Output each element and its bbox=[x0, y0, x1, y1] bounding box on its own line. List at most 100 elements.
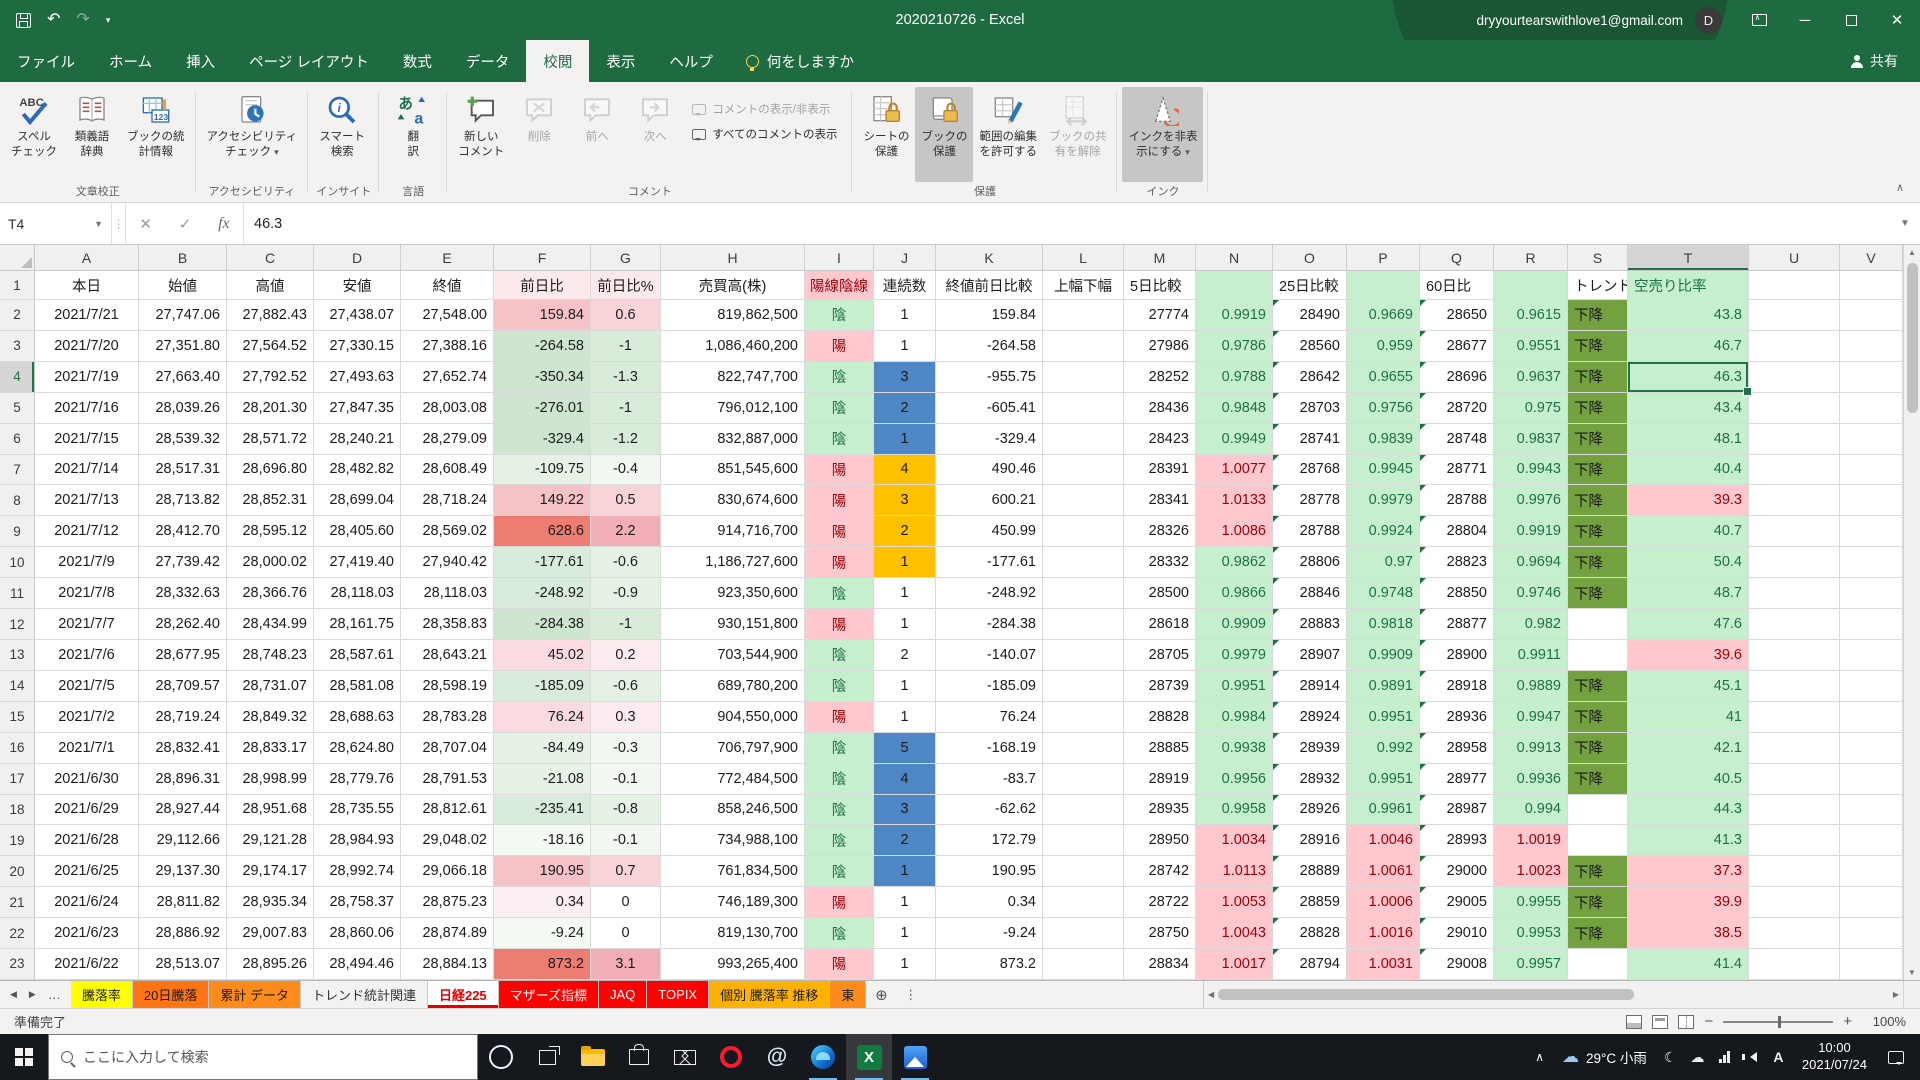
row-header-19[interactable]: 19 bbox=[0, 825, 35, 856]
ime-indicator[interactable]: A bbox=[1765, 1049, 1792, 1065]
cell-Q14[interactable]: 28918 bbox=[1420, 671, 1494, 702]
cell-E16[interactable]: 28,707.04 bbox=[401, 733, 494, 764]
row-header-3[interactable]: 3 bbox=[0, 331, 35, 362]
cell-N10[interactable]: 0.9862 bbox=[1196, 547, 1273, 578]
cell-H12[interactable]: 930,151,800 bbox=[661, 609, 805, 640]
cell-G12[interactable]: -1 bbox=[591, 609, 661, 640]
cell-F7[interactable]: -109.75 bbox=[494, 455, 591, 486]
page-break-view-icon[interactable] bbox=[1678, 1015, 1694, 1029]
cell-U11[interactable] bbox=[1749, 578, 1840, 609]
cell-T1[interactable]: 空売り比率 bbox=[1628, 271, 1749, 300]
cell-P16[interactable]: 0.992 bbox=[1347, 733, 1420, 764]
cell-I10[interactable]: 陽 bbox=[805, 547, 874, 578]
cell-S16[interactable]: 下降 bbox=[1568, 733, 1628, 764]
cell-N12[interactable]: 0.9909 bbox=[1196, 609, 1273, 640]
sheet-tab-東[interactable]: 東 bbox=[830, 981, 866, 1008]
cell-S20[interactable]: 下降 bbox=[1568, 856, 1628, 887]
onedrive-cloud-icon[interactable]: ☁ bbox=[1684, 1049, 1711, 1066]
cell-A8[interactable]: 2021/7/13 bbox=[35, 485, 139, 516]
cell-U20[interactable] bbox=[1749, 856, 1840, 887]
cell-Q7[interactable]: 28771 bbox=[1420, 455, 1494, 486]
row-header-7[interactable]: 7 bbox=[0, 455, 35, 486]
cell-F23[interactable]: 873.2 bbox=[494, 949, 591, 980]
cell-B15[interactable]: 28,719.24 bbox=[139, 702, 227, 733]
row-header-10[interactable]: 10 bbox=[0, 547, 35, 578]
cell-Q16[interactable]: 28958 bbox=[1420, 733, 1494, 764]
cell-M11[interactable]: 28500 bbox=[1124, 578, 1196, 609]
cell-H18[interactable]: 858,246,500 bbox=[661, 795, 805, 826]
row-header-15[interactable]: 15 bbox=[0, 702, 35, 733]
cell-C3[interactable]: 27,564.52 bbox=[227, 331, 314, 362]
cell-H17[interactable]: 772,484,500 bbox=[661, 764, 805, 795]
cell-F6[interactable]: -329.4 bbox=[494, 424, 591, 455]
cell-J19[interactable]: 2 bbox=[874, 825, 936, 856]
cell-V11[interactable] bbox=[1840, 578, 1903, 609]
enter-formula-icon[interactable]: ✓ bbox=[179, 215, 192, 233]
cell-U17[interactable] bbox=[1749, 764, 1840, 795]
cell-A2[interactable]: 2021/7/21 bbox=[35, 300, 139, 331]
cell-L12[interactable] bbox=[1043, 609, 1124, 640]
cell-U8[interactable] bbox=[1749, 485, 1840, 516]
cell-D9[interactable]: 28,405.60 bbox=[314, 516, 401, 547]
tab-scroll-left-icon[interactable]: ◀ bbox=[10, 989, 17, 1000]
cell-O21[interactable]: 28859 bbox=[1273, 887, 1347, 918]
row-header-1[interactable]: 1 bbox=[0, 271, 35, 300]
cell-K5[interactable]: -605.41 bbox=[936, 393, 1043, 424]
cell-M15[interactable]: 28828 bbox=[1124, 702, 1196, 733]
minimize-button[interactable]: ─ bbox=[1782, 0, 1828, 40]
cell-I5[interactable]: 陰 bbox=[805, 393, 874, 424]
cell-S5[interactable]: 下降 bbox=[1568, 393, 1628, 424]
cell-S17[interactable]: 下降 bbox=[1568, 764, 1628, 795]
cell-P4[interactable]: 0.9655 bbox=[1347, 362, 1420, 393]
cell-F21[interactable]: 0.34 bbox=[494, 887, 591, 918]
scroll-up-icon[interactable]: ▲ bbox=[1908, 248, 1916, 257]
cell-Q10[interactable]: 28823 bbox=[1420, 547, 1494, 578]
cell-M16[interactable]: 28885 bbox=[1124, 733, 1196, 764]
cell-G13[interactable]: 0.2 bbox=[591, 640, 661, 671]
cell-S23[interactable] bbox=[1568, 949, 1628, 980]
cell-C23[interactable]: 28,895.26 bbox=[227, 949, 314, 980]
row-header-18[interactable]: 18 bbox=[0, 795, 35, 826]
cell-B21[interactable]: 28,811.82 bbox=[139, 887, 227, 918]
cell-D22[interactable]: 28,860.06 bbox=[314, 918, 401, 949]
cell-P9[interactable]: 0.9924 bbox=[1347, 516, 1420, 547]
cortana-button[interactable] bbox=[478, 1034, 524, 1080]
share-button[interactable]: 共有 bbox=[1829, 40, 1920, 82]
cell-O10[interactable]: 28806 bbox=[1273, 547, 1347, 578]
cell-L19[interactable] bbox=[1043, 825, 1124, 856]
cell-P11[interactable]: 0.9748 bbox=[1347, 578, 1420, 609]
cell-Q13[interactable]: 28900 bbox=[1420, 640, 1494, 671]
avatar[interactable]: D bbox=[1695, 7, 1722, 34]
cell-E18[interactable]: 28,812.61 bbox=[401, 795, 494, 826]
cell-C18[interactable]: 28,951.68 bbox=[227, 795, 314, 826]
cell-N5[interactable]: 0.9848 bbox=[1196, 393, 1273, 424]
cell-N15[interactable]: 0.9984 bbox=[1196, 702, 1273, 733]
cell-B22[interactable]: 28,886.92 bbox=[139, 918, 227, 949]
cell-O8[interactable]: 28778 bbox=[1273, 485, 1347, 516]
cell-F15[interactable]: 76.24 bbox=[494, 702, 591, 733]
ribbon-tab-ページ レイアウト[interactable]: ページ レイアウト bbox=[232, 40, 386, 82]
cell-G14[interactable]: -0.6 bbox=[591, 671, 661, 702]
cell-A23[interactable]: 2021/6/22 bbox=[35, 949, 139, 980]
insert-function-icon[interactable]: fx bbox=[218, 215, 230, 233]
cell-I2[interactable]: 陰 bbox=[805, 300, 874, 331]
cell-S22[interactable]: 下降 bbox=[1568, 918, 1628, 949]
cell-D17[interactable]: 28,779.76 bbox=[314, 764, 401, 795]
cell-M14[interactable]: 28739 bbox=[1124, 671, 1196, 702]
cell-A7[interactable]: 2021/7/14 bbox=[35, 455, 139, 486]
cell-S15[interactable]: 下降 bbox=[1568, 702, 1628, 733]
cell-G4[interactable]: -1.3 bbox=[591, 362, 661, 393]
cell-B9[interactable]: 28,412.70 bbox=[139, 516, 227, 547]
cell-T11[interactable]: 48.7 bbox=[1628, 578, 1749, 609]
cancel-formula-icon[interactable]: ✕ bbox=[139, 215, 152, 233]
cell-Q3[interactable]: 28677 bbox=[1420, 331, 1494, 362]
cell-N8[interactable]: 1.0133 bbox=[1196, 485, 1273, 516]
zoom-out-icon[interactable]: − bbox=[1704, 1013, 1713, 1030]
cell-H4[interactable]: 822,747,700 bbox=[661, 362, 805, 393]
cell-G5[interactable]: -1 bbox=[591, 393, 661, 424]
cell-F1[interactable]: 前日比 bbox=[494, 271, 591, 300]
cell-C8[interactable]: 28,852.31 bbox=[227, 485, 314, 516]
cell-V20[interactable] bbox=[1840, 856, 1903, 887]
cell-E9[interactable]: 28,569.02 bbox=[401, 516, 494, 547]
cell-Q1[interactable]: 60日比 bbox=[1420, 271, 1494, 300]
